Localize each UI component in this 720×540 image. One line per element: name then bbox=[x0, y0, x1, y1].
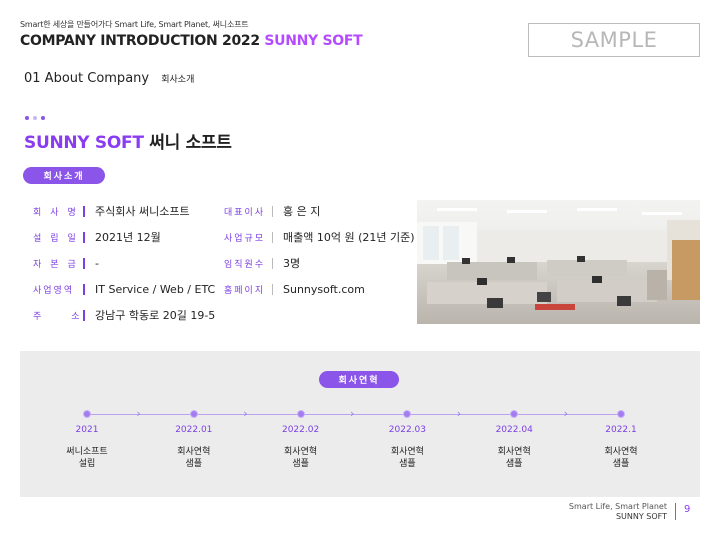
info-separator bbox=[272, 231, 273, 243]
timeline-date: 2022.01 bbox=[175, 425, 213, 435]
timeline-date: 2021 bbox=[75, 425, 99, 435]
company-name: SUNNY SOFT 써니 소프트 bbox=[24, 128, 232, 153]
timeline-description-line2: 샘플 bbox=[292, 459, 309, 469]
info-separator bbox=[272, 205, 273, 217]
info-row: 사업영역 IT Service / Web / ETC bbox=[33, 282, 215, 296]
info-value: 강남구 학동로 20길 19-5 bbox=[95, 309, 216, 322]
footer-slogan: Smart Life, Smart Planet bbox=[568, 502, 667, 511]
timeline-description: 회사연혁샘플 bbox=[154, 446, 234, 470]
page-title-accent: SUNNY SOFT bbox=[264, 33, 363, 49]
section-heading-sub: 회사소개 bbox=[161, 75, 195, 85]
timeline-date: 2022.1 bbox=[605, 425, 637, 435]
info-label: 자본금 bbox=[33, 259, 85, 270]
timeline-description-line2: 샘플 bbox=[399, 459, 416, 469]
info-row: 회사명 주식회사 써니소프트 bbox=[33, 204, 190, 218]
info-label: 회사명 bbox=[33, 207, 85, 218]
office-photo-illustration bbox=[417, 200, 700, 324]
info-row: 사업규모 매출액 10억 원 (21년 기준) bbox=[224, 230, 415, 244]
timeline-description: 써니소프트설립 bbox=[47, 446, 127, 470]
company-intro-badge: 회사소개 bbox=[23, 167, 105, 184]
info-value: 주식회사 써니소프트 bbox=[95, 205, 190, 218]
timeline-description-line2: 샘플 bbox=[612, 459, 630, 469]
info-value: Sunnysoft.com bbox=[283, 282, 365, 296]
dot-icon bbox=[33, 116, 37, 120]
timeline-description-line1: 써니소프트 bbox=[66, 447, 108, 457]
company-name-ko: 써니 소프트 bbox=[149, 133, 232, 153]
info-separator bbox=[83, 283, 85, 295]
chevron-right-icon: › bbox=[243, 407, 248, 420]
timeline-description: 회사연혁샘플 bbox=[261, 446, 341, 470]
info-value: 홍 은 지 bbox=[283, 205, 321, 218]
history-badge: 회사연혁 bbox=[319, 371, 399, 388]
chevron-right-icon: › bbox=[350, 407, 355, 420]
footer-divider bbox=[675, 503, 676, 520]
chevron-right-icon: › bbox=[456, 407, 462, 420]
info-row: 자본금 - bbox=[33, 256, 99, 270]
company-name-en: SUNNY SOFT bbox=[24, 133, 144, 153]
info-separator bbox=[83, 205, 85, 217]
timeline-line bbox=[87, 414, 623, 415]
info-row: 설립일 2021년 12월 bbox=[33, 230, 161, 244]
decorative-dots bbox=[25, 116, 45, 120]
timeline-description-line1: 회사연혁 bbox=[390, 447, 424, 457]
timeline-node bbox=[83, 410, 91, 418]
page-title-main: COMPANY INTRODUCTION 2022 bbox=[20, 33, 260, 49]
info-separator bbox=[83, 309, 85, 321]
timeline-date: 2022.02 bbox=[281, 425, 320, 435]
info-row: 대표이사 홍 은 지 bbox=[224, 204, 320, 218]
info-label: 사업규모 bbox=[224, 233, 266, 244]
info-separator bbox=[83, 257, 85, 269]
info-label: 대표이사 bbox=[224, 207, 266, 218]
timeline-description-line1: 회사연혁 bbox=[284, 447, 318, 457]
chevron-right-icon: › bbox=[136, 407, 141, 420]
info-separator bbox=[272, 283, 273, 295]
timeline-description-line2: 샘플 bbox=[185, 459, 203, 469]
timeline-description-line1: 회사연혁 bbox=[604, 447, 638, 457]
timeline-description-line2: 설립 bbox=[78, 459, 96, 469]
page-number: 9 bbox=[684, 504, 691, 515]
info-value: 3명 bbox=[283, 257, 301, 270]
info-row: 홈페이지 Sunnysoft.com bbox=[224, 282, 365, 296]
info-row: 주소 강남구 학동로 20길 19-5 bbox=[33, 308, 215, 322]
section-heading-text: 01 About Company bbox=[24, 71, 150, 86]
info-value: IT Service / Web / ETC bbox=[95, 282, 216, 296]
chevron-right-icon: › bbox=[563, 407, 568, 420]
info-label: 설립일 bbox=[33, 233, 85, 244]
info-value: 매출액 10억 원 (21년 기준) bbox=[283, 231, 415, 244]
timeline-node bbox=[189, 410, 198, 418]
header-tagline: Smart한 세상을 만들어가다 Smart Life, Smart Plane… bbox=[20, 20, 249, 29]
info-label: 임직원수 bbox=[224, 259, 266, 270]
timeline-description-line2: 샘플 bbox=[505, 459, 523, 469]
timeline-date: 2022.03 bbox=[388, 425, 426, 435]
page-title: COMPANY INTRODUCTION 2022 SUNNY SOFT bbox=[20, 33, 363, 49]
dot-icon bbox=[25, 116, 29, 120]
info-separator bbox=[83, 231, 85, 243]
timeline-description: 회사연혁샘플 bbox=[367, 446, 447, 470]
timeline-description-line1: 회사연혁 bbox=[177, 447, 211, 457]
office-photo bbox=[417, 200, 700, 324]
info-row: 임직원수 3명 bbox=[224, 256, 300, 270]
info-label: 주소 bbox=[33, 311, 110, 322]
timeline-description: 회사연혁샘플 bbox=[581, 446, 661, 470]
info-label: 사업영역 bbox=[33, 285, 75, 296]
section-heading: 01 About Company 회사소개 bbox=[24, 71, 194, 86]
info-value: - bbox=[95, 256, 99, 270]
timeline-date: 2022.04 bbox=[495, 425, 533, 435]
info-value: 2021년 12월 bbox=[95, 231, 161, 244]
sample-watermark: SAMPLE bbox=[528, 23, 700, 57]
footer-company: SUNNY SOFT bbox=[615, 512, 667, 521]
dot-icon bbox=[41, 116, 45, 120]
timeline-description: 회사연혁샘플 bbox=[474, 446, 554, 470]
info-separator bbox=[272, 257, 273, 269]
timeline-node bbox=[296, 410, 305, 418]
timeline-node bbox=[617, 410, 625, 418]
timeline-description-line1: 회사연혁 bbox=[497, 447, 531, 457]
info-label: 홈페이지 bbox=[224, 285, 266, 296]
